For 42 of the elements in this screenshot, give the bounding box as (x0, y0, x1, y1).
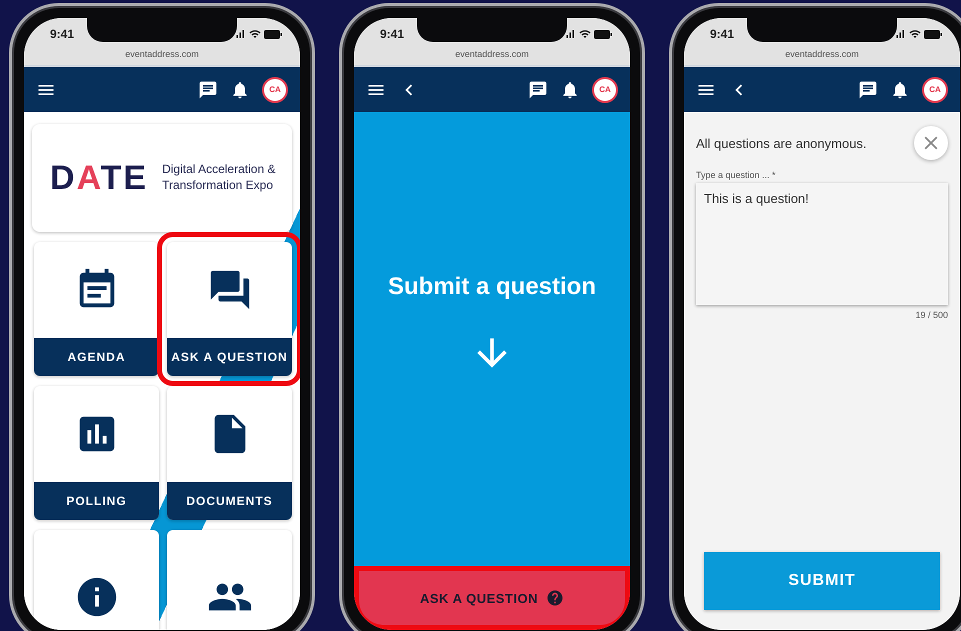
battery-icon (264, 30, 282, 38)
ask-question-button[interactable]: ASK A QUESTION (354, 566, 630, 630)
menu-tile[interactable] (167, 530, 292, 630)
close-button[interactable] (914, 126, 948, 160)
chat-icon[interactable] (858, 80, 878, 100)
signal-icon (894, 28, 906, 40)
wifi-icon (579, 28, 591, 40)
clock: 9:41 (50, 27, 74, 41)
url-text: eventaddress.com (785, 49, 859, 59)
signal-icon (564, 28, 576, 40)
clock: 9:41 (710, 27, 734, 41)
menu-tile[interactable]: AGENDA (34, 242, 159, 376)
signal-icon (234, 28, 246, 40)
url-text: eventaddress.com (125, 49, 199, 59)
field-label: Type a question ... * (696, 170, 777, 180)
user-avatar[interactable]: CA (262, 76, 288, 102)
logo-tagline: Digital Acceleration & (162, 162, 276, 178)
screen-title: Submit a question (388, 273, 596, 301)
clock: 9:41 (380, 27, 404, 41)
tile-label: POLLING (34, 482, 159, 520)
logo-tagline: Transformation Expo (162, 178, 274, 194)
chat-icon[interactable] (198, 80, 218, 100)
tile-label: ASK A QUESTION (167, 338, 292, 376)
help-icon (546, 589, 564, 607)
tile-label: AGENDA (34, 338, 159, 376)
battery-icon (924, 30, 942, 38)
url-text: eventaddress.com (455, 49, 529, 59)
wifi-icon (909, 28, 921, 40)
menu-tile[interactable]: ASK A QUESTION (167, 242, 292, 376)
battery-icon (594, 30, 612, 38)
user-avatar[interactable]: CA (922, 76, 948, 102)
logo-mark: DATE (50, 158, 148, 198)
wifi-icon (249, 28, 261, 40)
question-field[interactable]: This is a question! (696, 183, 948, 305)
character-counter: 19 / 500 (915, 310, 948, 320)
menu-tile[interactable]: POLLING (34, 386, 159, 520)
tile-label: DOCUMENTS (167, 482, 292, 520)
menu-tile[interactable] (34, 530, 159, 630)
chat-icon[interactable] (528, 80, 548, 100)
user-avatar[interactable]: CA (592, 76, 618, 102)
notice-text: All questions are anonymous. (696, 136, 867, 150)
menu-tile[interactable]: DOCUMENTS (167, 386, 292, 520)
